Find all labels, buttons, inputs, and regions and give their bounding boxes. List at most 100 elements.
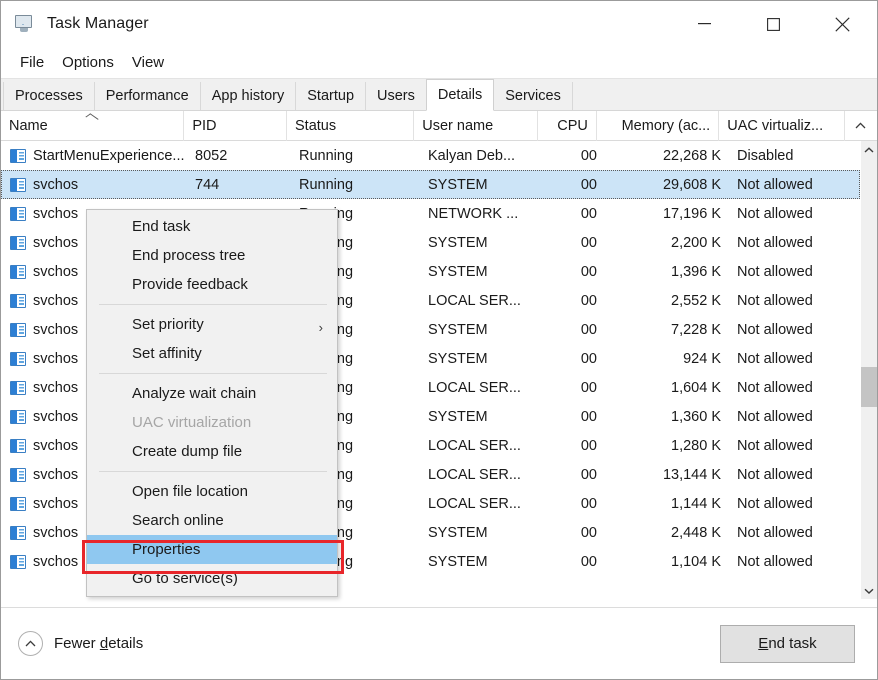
cell-memory: 1,360 K [671, 408, 721, 425]
tab-app-history[interactable]: App history [199, 82, 297, 110]
cell-cpu: 00 [580, 321, 597, 338]
context-menu-item-set-affinity[interactable]: Set affinity [87, 339, 337, 368]
menu-bar: File Options View [1, 47, 877, 79]
column-header-cpu[interactable]: CPU [538, 110, 597, 141]
minimize-button[interactable] [670, 1, 739, 47]
process-name-label: svchos [33, 437, 79, 454]
cell-memory: 1,604 K [671, 379, 721, 396]
cell-cpu: 00 [580, 466, 597, 483]
context-menu-item-label: Set priority [132, 316, 204, 333]
table-row[interactable]: svchos 744 Running SYSTEM 00 29,608 K Not allo… [1, 170, 860, 199]
column-header-label: CPU [557, 117, 588, 134]
tab-label: Startup [307, 88, 355, 104]
cell-cpu: 00 [580, 234, 597, 251]
cell-memory: 29,608 K [662, 176, 721, 193]
fewer-details-button[interactable]: Fewer details [18, 631, 143, 656]
cell-memory: 924 K [683, 350, 721, 367]
context-menu-item-label: Search online [132, 512, 224, 529]
process-icon [10, 206, 26, 221]
tab-performance[interactable]: Performance [93, 82, 201, 110]
process-name-label: svchos [33, 379, 79, 396]
cell-pid: 8052 [195, 147, 228, 164]
cell-cpu: 00 [580, 379, 597, 396]
cell-uac-virtualization: Not allowed [737, 350, 813, 367]
scroll-up-button[interactable] [861, 141, 877, 158]
cell-user-name: SYSTEM [428, 524, 488, 541]
menu-separator [99, 373, 327, 374]
end-task-label: End task [758, 635, 817, 652]
chevron-down-icon [864, 588, 874, 594]
tab-details[interactable]: Details [425, 79, 495, 111]
tab-processes[interactable]: Processes [3, 82, 95, 110]
context-menu-item-provide-feedback[interactable]: Provide feedback [87, 270, 337, 299]
cell-user-name: SYSTEM [428, 234, 488, 251]
column-header-label: Name [9, 117, 48, 134]
window-controls [670, 1, 877, 47]
process-name-label: svchos [33, 408, 79, 425]
process-name-label: svchos [33, 524, 79, 541]
window-title: Task Manager [47, 15, 149, 32]
context-menu-item-set-priority[interactable]: Set priority › [87, 310, 337, 339]
tab-label: Processes [15, 88, 83, 104]
menu-file[interactable]: File [11, 51, 53, 74]
process-icon [10, 525, 26, 540]
context-menu-item-label: Open file location [132, 483, 248, 500]
chevron-up-icon [855, 122, 866, 129]
close-button[interactable] [808, 1, 877, 47]
cell-cpu: 00 [580, 263, 597, 280]
context-menu-item-uac-virtualization: UAC virtualization [87, 408, 337, 437]
context-menu-item-create-dump-file[interactable]: Create dump file [87, 437, 337, 466]
column-header-pid[interactable]: PID [184, 110, 287, 141]
vertical-scrollbar[interactable] [860, 141, 877, 599]
scroll-down-button[interactable] [861, 582, 877, 599]
cell-user-name: SYSTEM [428, 176, 488, 193]
context-menu-item-end-process-tree[interactable]: End process tree [87, 241, 337, 270]
cell-uac-virtualization: Not allowed [737, 524, 813, 541]
menu-view[interactable]: View [123, 51, 173, 74]
cell-uac-virtualization: Not allowed [737, 495, 813, 512]
context-menu-item-search-online[interactable]: Search online [87, 506, 337, 535]
cell-user-name: SYSTEM [428, 350, 488, 367]
cell-name: svchos [1, 170, 187, 199]
process-name-label: svchos [33, 321, 79, 338]
context-menu-item-go-to-service-s[interactable]: Go to service(s) [87, 564, 337, 593]
cell-status: Running [299, 176, 354, 193]
tab-users[interactable]: Users [365, 82, 427, 110]
cell-user-name: SYSTEM [428, 321, 488, 338]
context-menu-item-end-task[interactable]: End task [87, 212, 337, 241]
chevron-right-icon: › [318, 319, 323, 335]
column-header-status[interactable]: Status [287, 110, 415, 141]
column-header-label: PID [192, 117, 217, 134]
chevron-up-icon [864, 146, 874, 153]
column-header-name[interactable]: Name [1, 110, 185, 141]
process-name-label: svchos [33, 234, 79, 251]
context-menu-item-analyze-wait-chain[interactable]: Analyze wait chain [87, 379, 337, 408]
column-header-label: User name [422, 117, 494, 134]
tab-services[interactable]: Services [493, 82, 573, 110]
process-icon [10, 438, 26, 453]
end-task-button[interactable]: End task [720, 624, 855, 663]
process-icon [10, 496, 26, 511]
context-menu-item-open-file-location[interactable]: Open file location [87, 477, 337, 506]
process-name-label: StartMenuExperience... [33, 147, 185, 164]
scrollbar-thumb[interactable] [861, 367, 877, 407]
process-name-label: svchos [33, 205, 79, 222]
maximize-button[interactable] [739, 1, 808, 47]
column-header-uac-virtualiz[interactable]: UAC virtualiz... [719, 110, 845, 141]
context-menu-item-properties[interactable]: Properties [87, 535, 337, 564]
context-menu-item-label: End task [132, 218, 191, 235]
tab-startup[interactable]: Startup [295, 82, 367, 110]
tab-label: Details [437, 87, 483, 103]
process-icon [10, 177, 26, 192]
process-icon [10, 264, 26, 279]
cell-user-name: SYSTEM [428, 263, 488, 280]
column-header-row: Name PID Status User name CPU Memory (ac... UA… [1, 110, 877, 141]
column-header-memory-ac[interactable]: Memory (ac... [597, 110, 720, 141]
cell-user-name: LOCAL SER... [428, 437, 521, 454]
menu-options[interactable]: Options [53, 51, 123, 74]
column-header-user-name[interactable]: User name [414, 110, 538, 141]
cell-uac-virtualization: Not allowed [737, 292, 813, 309]
fewer-details-label: Fewer details [54, 635, 144, 652]
cell-cpu: 00 [580, 292, 597, 309]
table-row[interactable]: StartMenuExperience... 8052 Running Kalyan … [1, 141, 860, 170]
